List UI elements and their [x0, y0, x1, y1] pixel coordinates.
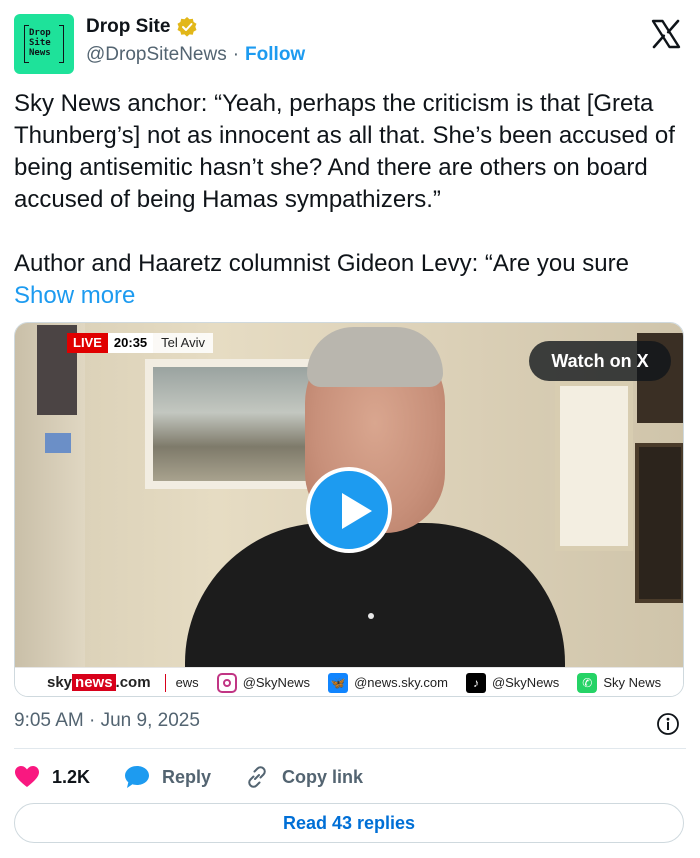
instagram-icon — [216, 672, 237, 693]
play-button[interactable] — [306, 467, 392, 553]
ticker-brand-news: news — [72, 674, 116, 691]
tiktok-icon: ♪ — [465, 672, 486, 693]
live-badge: LIVE — [67, 333, 108, 353]
live-location: Tel Aviv — [153, 333, 213, 353]
ticker-item: ews — [164, 673, 199, 692]
reply-bubble-icon — [125, 766, 149, 788]
link-icon — [248, 766, 266, 788]
tweet-header: Drop Site News Drop Site @DropSiteNews ·… — [14, 14, 686, 74]
divider — [14, 748, 686, 749]
display-name[interactable]: Drop Site — [86, 16, 170, 38]
avatar-bracket-right — [59, 25, 64, 63]
ticker-brand-com: .com — [115, 674, 151, 691]
action-bar: 1.2K Reply Copy link — [14, 762, 363, 792]
avatar-logo-text: Drop Site News — [29, 28, 51, 58]
play-icon — [342, 493, 372, 529]
background-sign — [45, 433, 71, 453]
separator-dot: · — [232, 44, 240, 65]
instagram-handle: @SkyNews — [242, 675, 311, 690]
tiktok-handle: @SkyNews — [491, 675, 560, 690]
verified-badge-icon — [177, 17, 197, 37]
follow-button[interactable]: Follow — [245, 44, 305, 66]
tweet-timestamp[interactable]: 9:05 AM · Jun 9, 2025 — [14, 710, 200, 732]
background-certificate — [555, 381, 633, 551]
avatar[interactable]: Drop Site News — [14, 14, 74, 74]
copy-link-label: Copy link — [282, 766, 364, 787]
x-logo-icon[interactable] — [650, 18, 682, 50]
reply-label: Reply — [162, 766, 212, 787]
background-frame — [635, 443, 683, 603]
ticker-brand-sky: sky — [47, 674, 73, 691]
live-banner: LIVE 20:35 Tel Aviv — [67, 333, 213, 353]
ticker-item-bluesky: 🦋 @news.sky.com — [328, 672, 448, 693]
video-card[interactable]: LIVE 20:35 Tel Aviv Watch on X sky news … — [14, 322, 684, 697]
read-replies-button[interactable]: Read 43 replies — [14, 803, 684, 843]
ticker-divider — [164, 673, 166, 692]
reply-button[interactable]: Reply — [124, 765, 244, 789]
like-button[interactable]: 1.2K — [14, 765, 124, 789]
ticker-item-whatsapp: ✆ Sky News — [577, 672, 662, 693]
news-ticker: sky news .com ews @SkyNews 🦋 @news.sky.c… — [15, 667, 683, 696]
whatsapp-label: Sky News — [603, 675, 662, 690]
shirt-button — [368, 613, 374, 619]
ticker-item-instagram: @SkyNews — [216, 672, 311, 693]
live-time: 20:35 — [107, 333, 154, 353]
speaker-hair — [307, 327, 443, 387]
info-icon[interactable] — [656, 712, 680, 736]
ticker-item-tiktok: ♪ @SkyNews — [465, 672, 560, 693]
bluesky-handle: @news.sky.com — [354, 675, 448, 690]
name-row: Drop Site — [86, 16, 198, 38]
tweet-body: Sky News anchor: “Yeah, perhaps the crit… — [14, 88, 686, 312]
watch-on-x-button[interactable]: Watch on X — [529, 341, 671, 381]
handle-row: @DropSiteNews · Follow — [86, 44, 305, 66]
like-count: 1.2K — [52, 766, 91, 787]
bluesky-icon: 🦋 — [328, 672, 349, 693]
tweet-text: Sky News anchor: “Yeah, perhaps the crit… — [14, 90, 675, 277]
copy-link-button[interactable]: Copy link — [244, 764, 363, 790]
heart-icon — [15, 766, 39, 787]
video-frame[interactable]: LIVE 20:35 Tel Aviv Watch on X — [15, 323, 683, 683]
ticker-partial-text: ews — [175, 675, 199, 690]
whatsapp-icon: ✆ — [577, 672, 598, 693]
speaker-body — [185, 523, 565, 683]
handle[interactable]: @DropSiteNews — [86, 44, 227, 66]
show-more-link[interactable]: Show more — [14, 282, 135, 309]
